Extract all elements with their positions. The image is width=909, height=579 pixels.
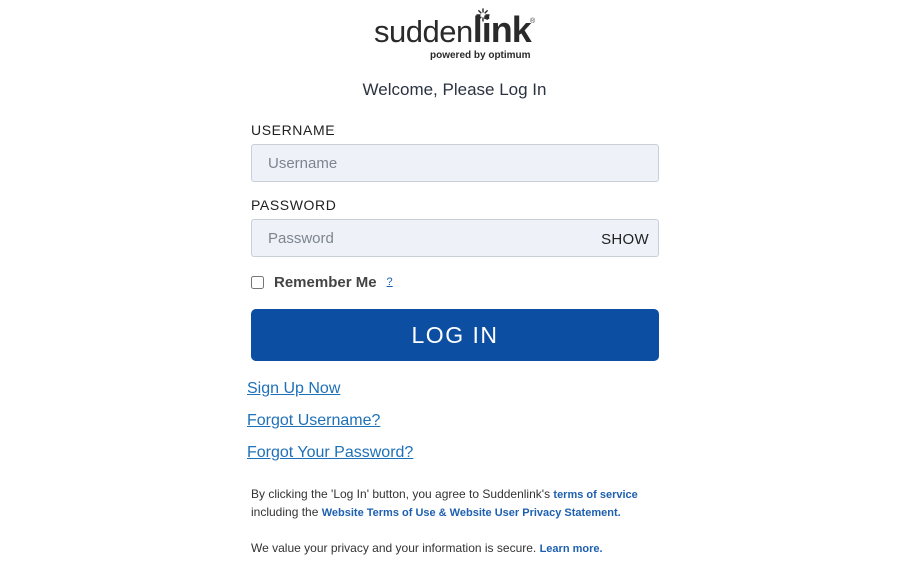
forgot-password-link[interactable]: Forgot Your Password?: [247, 444, 413, 462]
logo-tagline: powered by optimum: [430, 50, 531, 61]
username-field-box: [251, 144, 659, 182]
privacy-statement-link[interactable]: Website Terms of Use & Website User Priv…: [322, 507, 621, 519]
wordmark: suddenlink: [374, 12, 532, 49]
username-label: USERNAME: [251, 122, 336, 138]
suddenlink-logo: suddenlink ® powered by optimum: [372, 8, 538, 62]
remember-me-help-link[interactable]: ?: [387, 276, 393, 288]
remember-me-row: Remember Me ?: [249, 272, 393, 292]
password-field-box: SHOW: [251, 219, 659, 257]
login-button[interactable]: LOG IN: [251, 309, 659, 361]
show-password-button[interactable]: SHOW: [601, 231, 649, 248]
remember-me-checkbox[interactable]: [251, 275, 264, 289]
password-label: PASSWORD: [251, 197, 337, 213]
terms-notice-text-2: including the: [251, 505, 322, 519]
password-input[interactable]: [252, 220, 658, 256]
remember-me-label[interactable]: Remember Me: [274, 274, 377, 291]
learn-more-link[interactable]: Learn more.: [540, 543, 603, 555]
terms-notice-line2: including the Website Terms of Use & Web…: [251, 503, 621, 522]
wordmark-bold: link: [472, 9, 532, 50]
username-input[interactable]: [252, 145, 658, 181]
registered-mark: ®: [530, 18, 536, 25]
sign-up-link[interactable]: Sign Up Now: [247, 380, 340, 398]
page-title: Welcome, Please Log In: [362, 80, 547, 99]
login-page: suddenlink ® powered by optimum Welcome,…: [0, 0, 909, 579]
privacy-notice: We value your privacy and your informati…: [251, 539, 603, 558]
terms-notice-line1: By clicking the 'Log In' button, you agr…: [251, 485, 638, 504]
terms-notice-text: By clicking the 'Log In' button, you agr…: [251, 487, 554, 501]
terms-of-service-link[interactable]: terms of service: [553, 489, 637, 501]
wordmark-light: sudden: [374, 14, 473, 49]
forgot-username-link[interactable]: Forgot Username?: [247, 412, 380, 430]
privacy-notice-text: We value your privacy and your informati…: [251, 541, 540, 555]
